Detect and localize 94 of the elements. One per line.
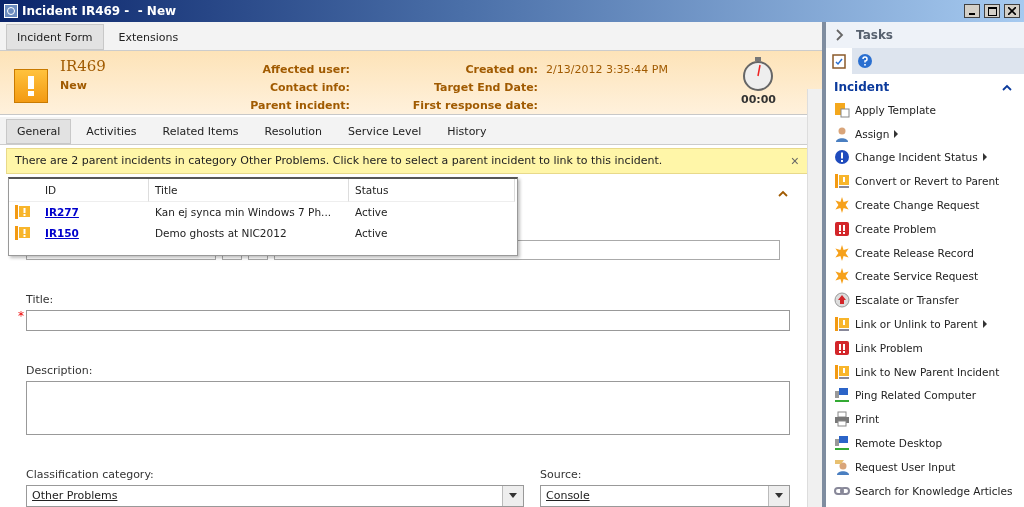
source-dropdown[interactable]: Console: [540, 485, 790, 507]
banner-message: There are 2 parent incidents in category Other Problems. Click here to select a parent incident to link to this incident.: [15, 154, 664, 168]
star-icon: [834, 197, 850, 214]
field-label: Description:: [26, 364, 94, 377]
dropdown-arrow-icon: [509, 493, 517, 499]
task-item[interactable]: Change Incident Status: [826, 145, 1024, 170]
incident-icon: [834, 173, 850, 190]
task-item[interactable]: Remote Desktop: [826, 431, 1024, 455]
section-tab[interactable]: Activities: [75, 119, 148, 144]
field-value: 2/13/2012 3:35:44 PM: [546, 63, 668, 77]
scrollbar[interactable]: [807, 89, 822, 507]
table-cell-text: Active: [354, 205, 389, 221]
problem-icon: [834, 339, 850, 356]
table-cell-text: Kan ej synca min Windows 7 Ph...: [154, 205, 333, 221]
field-label: Target End Date:: [432, 81, 538, 95]
incident-link[interactable]: IR277: [45, 206, 79, 219]
task-item[interactable]: Link to New Parent Incident: [826, 359, 1024, 384]
field-label: Affected user:: [261, 63, 350, 77]
task-item[interactable]: Escalate or Transfer: [826, 288, 1024, 313]
column-header: Title: [149, 179, 349, 202]
dropdown-arrow-icon: [775, 493, 783, 499]
description-field[interactable]: [26, 381, 790, 435]
star-icon: [834, 268, 850, 285]
task-item[interactable]: Convert or Revert to Parent: [826, 169, 1024, 194]
field-label: Parent incident:: [249, 99, 350, 113]
section-tab[interactable]: History: [436, 119, 498, 144]
expand-icon[interactable]: [836, 29, 844, 41]
app-icon: [4, 4, 18, 18]
task-item[interactable]: Assign: [826, 121, 1024, 146]
submenu-arrow-icon: [982, 320, 987, 329]
task-item[interactable]: Request User Input: [826, 454, 1024, 479]
column-header: Status: [349, 179, 515, 202]
help-icon: [857, 53, 873, 69]
task-item[interactable]: Create Change Request: [826, 193, 1024, 217]
incident-id: IR469: [60, 57, 107, 76]
title-field[interactable]: [26, 310, 790, 331]
field-label: Source:: [540, 468, 583, 481]
maximize-button[interactable]: [984, 4, 1000, 18]
task-item[interactable]: Search for Knowledge Articles: [826, 478, 1024, 503]
category-dropdown[interactable]: Other Problems: [26, 485, 524, 507]
stopwatch-icon: [742, 57, 775, 92]
field-label: Title:: [26, 293, 55, 306]
section-tab[interactable]: General: [6, 119, 72, 144]
minimize-button[interactable]: [964, 4, 980, 18]
form-tab[interactable]: Incident Form: [6, 24, 104, 51]
clipboard-tab[interactable]: [826, 48, 852, 74]
timer: 00:00: [741, 93, 776, 107]
form-tab[interactable]: Extensions: [107, 24, 190, 51]
window-title: Incident IR469 - - New: [22, 4, 178, 18]
maximize-icon: [987, 6, 997, 16]
computer-icon: [834, 435, 850, 452]
task-item[interactable]: Ping Related Computer: [826, 383, 1024, 408]
exclamation-icon: [834, 149, 850, 166]
required-mark: *: [18, 310, 24, 322]
task-item[interactable]: Link Problem: [826, 335, 1024, 360]
task-item[interactable]: Create Problem: [826, 217, 1024, 241]
incident-icon: [834, 316, 850, 333]
problem-icon: [834, 220, 850, 237]
incident-status: New: [60, 79, 88, 93]
field-label: First response date:: [411, 99, 538, 113]
submenu-arrow-icon: [894, 129, 899, 138]
person-icon: [834, 125, 850, 142]
warning-icon: [14, 69, 48, 104]
section-tab[interactable]: Service Level: [337, 119, 433, 144]
panel-title: Tasks: [856, 28, 893, 42]
task-item[interactable]: Create Service Request: [826, 264, 1024, 289]
close-icon: [1008, 7, 1016, 15]
column-header: ID: [39, 179, 149, 202]
field-label: Created on:: [464, 63, 538, 77]
table-cell-text: Active: [354, 226, 389, 242]
computer-icon: [834, 387, 850, 404]
star-icon: [834, 244, 850, 261]
incident-icon: [15, 225, 31, 242]
field-label: Contact info:: [268, 81, 350, 95]
template-icon: [834, 101, 850, 118]
close-button[interactable]: ×: [790, 152, 799, 169]
section-tab[interactable]: Resolution: [253, 119, 334, 144]
close-button[interactable]: [1004, 4, 1020, 18]
collapse-icon[interactable]: [1002, 83, 1012, 91]
incident-icon: [834, 363, 850, 380]
submenu-arrow-icon: [982, 153, 987, 162]
task-item[interactable]: Print: [826, 407, 1024, 432]
task-item[interactable]: Apply Template: [826, 98, 1024, 122]
printer-icon: [834, 411, 850, 428]
task-item[interactable]: Create Release Record: [826, 240, 1024, 265]
table-cell-text: Demo ghosts at NIC2012: [154, 226, 288, 242]
section-tab[interactable]: Related Items: [151, 119, 250, 144]
clipboard-icon: [832, 53, 846, 69]
task-item[interactable]: Link or Unlink to Parent: [826, 312, 1024, 336]
field-label: Classification category:: [26, 468, 155, 481]
incident-link[interactable]: IR150: [45, 227, 79, 240]
section-title: Incident: [834, 80, 890, 94]
person-icon: [834, 458, 850, 475]
incident-icon: [15, 204, 31, 221]
